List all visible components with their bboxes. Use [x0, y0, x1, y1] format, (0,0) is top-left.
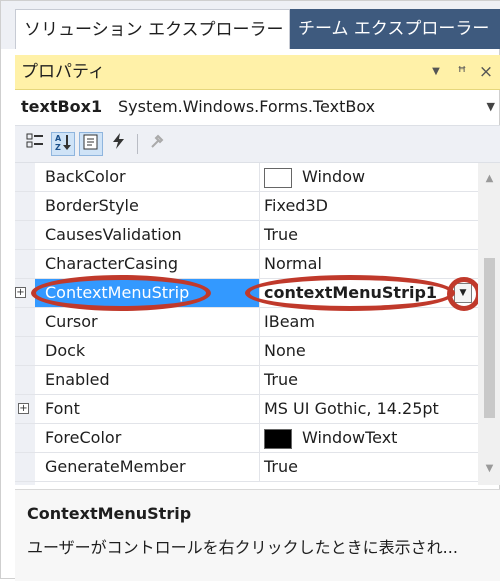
annotation-circle-dropdown	[447, 277, 478, 311]
property-pages-icon[interactable]	[145, 132, 169, 156]
events-icon[interactable]	[107, 132, 131, 156]
property-name: Font	[45, 399, 80, 418]
property-value-text: WindowText	[302, 428, 398, 447]
tab-strip: ソリューション エクスプローラー チーム エクスプローラー	[1, 1, 500, 49]
toolbar-separator	[137, 134, 138, 154]
property-grid: BackColor Window BorderStyle Fixed3D Cau…	[15, 163, 478, 485]
property-row-dock[interactable]: Dock None	[15, 337, 478, 366]
grid-scrollbar[interactable]: ▲ ▼	[478, 163, 500, 485]
description-text: ユーザーがコントロールを右クリックしたときに表示され...	[27, 538, 458, 557]
property-name: Dock	[45, 341, 86, 360]
property-name: CharacterCasing	[45, 254, 179, 273]
properties-window: ソリューション エクスプローラー チーム エクスプローラー プロパティ ▼ ꟸ …	[0, 0, 500, 581]
description-panel: ContextMenuStrip ユーザーがコントロールを右クリックしたときに表…	[15, 489, 500, 581]
annotation-circle-name	[31, 275, 211, 311]
description-title: ContextMenuStrip	[27, 504, 192, 523]
properties-icon[interactable]	[79, 132, 103, 156]
property-name: ForeColor	[45, 428, 122, 447]
property-value[interactable]: True	[259, 366, 478, 394]
property-row-font[interactable]: + Font MS UI Gothic, 14.25pt	[15, 395, 478, 424]
property-name: BackColor	[45, 167, 126, 186]
scroll-up-icon[interactable]: ▲	[478, 169, 500, 189]
object-name: textBox1	[21, 97, 103, 116]
pin-icon[interactable]: ꟸ	[453, 55, 471, 89]
annotation-circle-value	[245, 275, 455, 311]
alphabetical-icon[interactable]: AZ	[51, 132, 75, 156]
property-value[interactable]: None	[259, 337, 478, 365]
object-selector[interactable]: textBox1 System.Windows.Forms.TextBox ▼	[15, 91, 500, 123]
property-value[interactable]: True	[259, 453, 478, 481]
property-value[interactable]: True	[259, 221, 478, 249]
expand-icon[interactable]: +	[18, 403, 29, 414]
object-type: System.Windows.Forms.TextBox	[118, 97, 376, 116]
svg-text:A: A	[55, 134, 62, 143]
property-row-generatemember[interactable]: GenerateMember True	[15, 453, 478, 482]
property-row-causesvalidation[interactable]: CausesValidation True	[15, 221, 478, 250]
categorized-icon[interactable]	[23, 132, 47, 156]
property-name: BorderStyle	[45, 196, 139, 215]
property-row-borderstyle[interactable]: BorderStyle Fixed3D	[15, 192, 478, 221]
close-icon[interactable]: ×	[477, 55, 495, 89]
property-row-charactercasing[interactable]: CharacterCasing Normal	[15, 250, 478, 279]
property-name: CausesValidation	[45, 225, 182, 244]
properties-toolbar: AZ	[15, 125, 500, 163]
property-value[interactable]: Window	[259, 163, 478, 191]
property-value[interactable]: Fixed3D	[259, 192, 478, 220]
svg-text:Z: Z	[55, 143, 61, 151]
property-row-enabled[interactable]: Enabled True	[15, 366, 478, 395]
property-name: Enabled	[45, 370, 110, 389]
color-swatch	[264, 167, 292, 188]
color-swatch	[264, 428, 292, 449]
tab-team-explorer[interactable]: チーム エクスプローラー	[290, 9, 500, 49]
chevron-down-icon[interactable]: ▼	[427, 55, 445, 89]
property-value-text: Window	[302, 167, 366, 186]
property-name: GenerateMember	[45, 457, 186, 476]
property-name: Cursor	[45, 312, 98, 331]
tab-solution-explorer[interactable]: ソリューション エクスプローラー	[15, 9, 290, 49]
expand-icon[interactable]: +	[15, 287, 26, 298]
property-row-backcolor[interactable]: BackColor Window	[15, 163, 478, 192]
property-value[interactable]: MS UI Gothic, 14.25pt	[259, 395, 478, 423]
panel-title-bar: プロパティ ▼ ꟸ ×	[15, 55, 500, 90]
property-value[interactable]: WindowText	[259, 424, 478, 452]
panel-title: プロパティ	[21, 62, 105, 82]
property-row-forecolor[interactable]: ForeColor WindowText	[15, 424, 478, 453]
scroll-down-icon[interactable]: ▼	[478, 459, 500, 479]
chevron-down-icon[interactable]: ▼	[487, 91, 495, 123]
scroll-thumb[interactable]	[484, 258, 495, 418]
property-value[interactable]: IBeam	[259, 308, 478, 336]
property-value[interactable]: Normal	[259, 250, 478, 278]
property-row-cursor[interactable]: Cursor IBeam	[15, 308, 478, 337]
